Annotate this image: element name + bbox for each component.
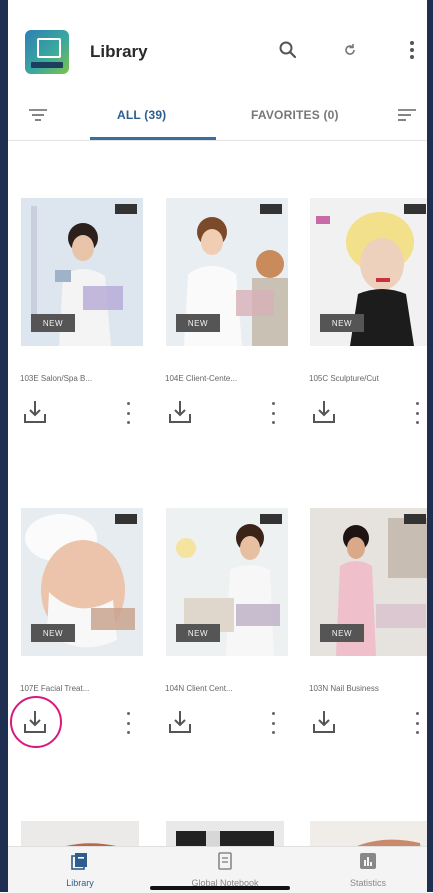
tab-favorites[interactable]: FAVORITES (0): [251, 108, 339, 122]
notebook-icon: [218, 852, 232, 870]
book-cover[interactable]: NEW: [310, 508, 427, 656]
device-frame-left: [0, 0, 8, 892]
more-vert-icon[interactable]: [267, 402, 279, 424]
book-cover-partial[interactable]: [310, 821, 427, 846]
nav-library[interactable]: Library: [20, 851, 140, 888]
highlight-circle: [10, 696, 62, 748]
nav-statistics[interactable]: Statistics: [308, 851, 428, 888]
more-vert-icon[interactable]: [122, 402, 134, 424]
item-title[interactable]: 103N Nail Business: [309, 684, 427, 693]
book-cover[interactable]: NEW: [166, 198, 288, 346]
book-cover[interactable]: NEW: [21, 198, 143, 346]
page-title: Library: [90, 42, 148, 61]
library-grid: NEW 103E Salon/Spa B... NEW 104E Client-…: [8, 141, 427, 846]
library-item[interactable]: NEW 105C Sculpture/Cut: [307, 198, 427, 433]
nav-label: Statistics: [349, 878, 386, 888]
download-icon[interactable]: [311, 708, 337, 736]
new-badge: NEW: [320, 314, 364, 332]
download-icon[interactable]: [311, 398, 337, 426]
nav-global-notebook[interactable]: Global Notebook: [165, 851, 285, 888]
more-vert-icon[interactable]: [267, 712, 279, 734]
new-badge: NEW: [176, 314, 220, 332]
more-vert-icon[interactable]: [411, 402, 423, 424]
book-cover-partial[interactable]: [21, 821, 139, 846]
library-item[interactable]: NEW 103E Salon/Spa B...: [18, 198, 146, 433]
active-tab-indicator: [90, 137, 216, 140]
library-item[interactable]: NEW 104E Client-Cente...: [163, 198, 291, 433]
new-badge: NEW: [31, 314, 75, 332]
refresh-icon[interactable]: [336, 36, 364, 64]
sort-icon[interactable]: [396, 106, 418, 129]
app-bar: Library: [8, 0, 427, 96]
item-title[interactable]: 105C Sculpture/Cut: [309, 374, 427, 383]
nav-label: Library: [66, 878, 94, 888]
book-cover[interactable]: NEW: [21, 508, 143, 656]
tab-all[interactable]: ALL (39): [117, 108, 166, 122]
item-title[interactable]: 107E Facial Treat...: [20, 684, 146, 693]
tab-bar: ALL (39) FAVORITES (0): [8, 96, 427, 141]
download-icon[interactable]: [22, 398, 48, 426]
library-item[interactable]: NEW 103N Nail Business: [307, 508, 427, 743]
book-cover[interactable]: NEW: [166, 508, 288, 656]
app-logo: [25, 30, 69, 74]
library-icon: [71, 853, 87, 870]
item-title[interactable]: 104N Client Cent...: [165, 684, 291, 693]
item-title[interactable]: 104E Client-Cente...: [165, 374, 291, 383]
item-title[interactable]: 103E Salon/Spa B...: [20, 374, 146, 383]
more-vert-icon[interactable]: [398, 36, 426, 64]
statistics-icon: [360, 853, 376, 869]
device-frame-right: [427, 0, 433, 892]
new-badge: NEW: [176, 624, 220, 642]
new-badge: NEW: [31, 624, 75, 642]
book-cover-partial[interactable]: [166, 821, 284, 846]
home-indicator: [150, 886, 290, 890]
more-vert-icon[interactable]: [411, 712, 423, 734]
search-icon[interactable]: [274, 36, 302, 64]
download-icon[interactable]: [167, 708, 193, 736]
library-item[interactable]: NEW 104N Client Cent...: [163, 508, 291, 743]
more-vert-icon[interactable]: [122, 712, 134, 734]
download-icon[interactable]: [167, 398, 193, 426]
app-screen: Library ALL (39) FAVORITES (0) NEW 103E …: [8, 0, 428, 893]
filter-icon[interactable]: [27, 106, 49, 129]
book-cover[interactable]: NEW: [310, 198, 427, 346]
new-badge: NEW: [320, 624, 364, 642]
